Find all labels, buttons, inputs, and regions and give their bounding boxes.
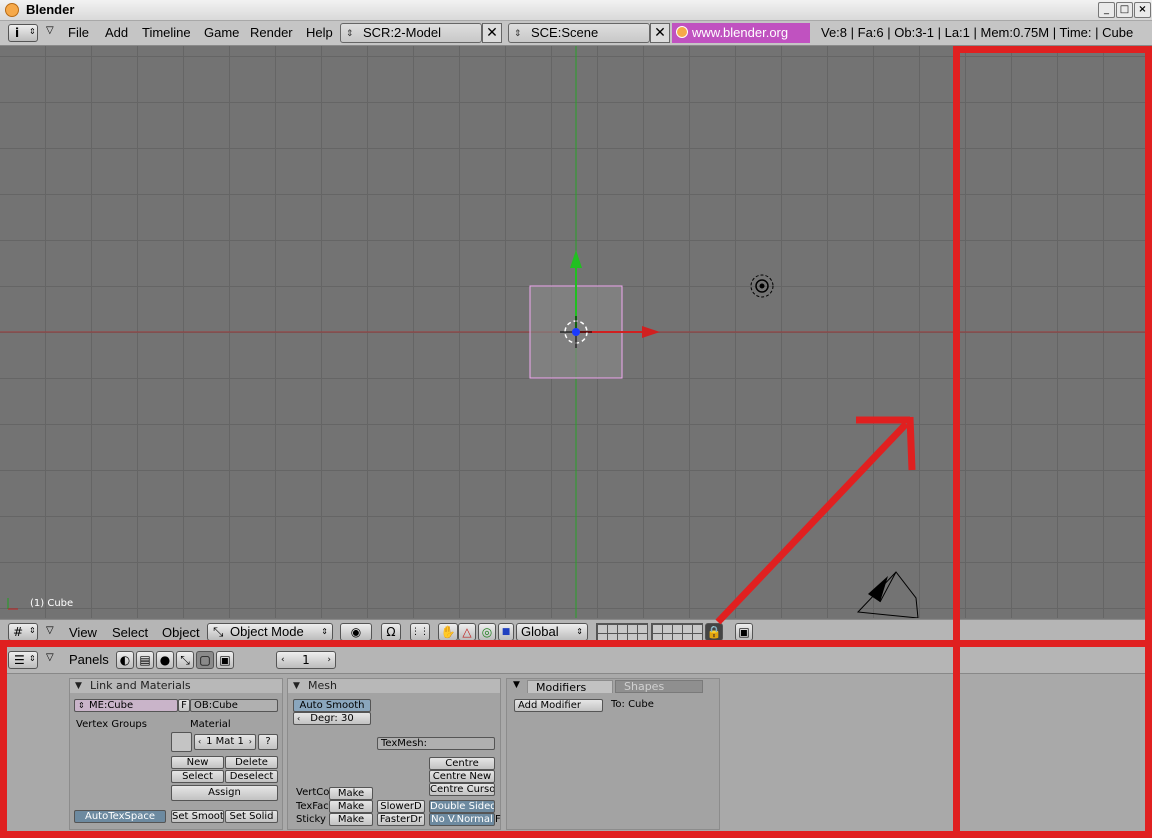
annotation-box-bottom xyxy=(0,640,1152,838)
manipulator-toggle[interactable]: ✋ xyxy=(438,623,458,641)
menu-game[interactable]: Game xyxy=(204,25,239,40)
blender-logo-icon xyxy=(5,3,19,17)
lock-layers-button[interactable]: 🔒 xyxy=(705,623,723,641)
menu-add[interactable]: Add xyxy=(105,25,128,40)
orientation-selector[interactable]: Global ⇕ xyxy=(516,623,588,641)
scene-selector[interactable]: ⇕ SCE:Scene xyxy=(508,23,650,43)
lamp-center xyxy=(759,283,765,289)
editor-type-button[interactable]: # ⇕ xyxy=(8,623,38,641)
maximize-button[interactable]: □ xyxy=(1116,2,1133,18)
chevron-updown-icon: ⇕ xyxy=(576,627,583,636)
y-manipulator-arrow xyxy=(570,250,582,268)
render-icon: ▣ xyxy=(738,625,750,639)
scene-stats: Ve:8 | Fa:6 | Ob:3-1 | La:1 | Mem:0.75M … xyxy=(821,25,1134,40)
minimize-button[interactable]: _ xyxy=(1098,2,1115,18)
menu-file[interactable]: File xyxy=(68,25,89,40)
window-titlebar: Blender _ □ × xyxy=(0,0,1152,21)
square-icon: ■ xyxy=(501,627,511,637)
chevron-updown-icon: ⇕ xyxy=(321,627,328,636)
menu-help[interactable]: Help xyxy=(306,25,333,40)
menu-timeline[interactable]: Timeline xyxy=(142,25,191,40)
pivot-icon: Ω xyxy=(386,625,396,639)
triangle-icon: △ xyxy=(462,625,472,639)
pivot-button[interactable]: Ω xyxy=(381,623,401,641)
camera-object xyxy=(856,571,919,618)
object-info-label: (1) Cube xyxy=(30,598,74,609)
hand-icon: ✋ xyxy=(440,625,456,639)
scale-manipulator-button[interactable]: ■ xyxy=(498,623,514,641)
delete-scene-button[interactable]: ✕ xyxy=(650,23,670,43)
ring-icon: ◎ xyxy=(481,625,493,639)
screen-name: SCR:2-Model xyxy=(363,25,442,40)
screen-selector[interactable]: ⇕ SCR:2-Model xyxy=(340,23,482,43)
mode-selector[interactable]: ⤡ Object Mode ⇕ xyxy=(207,623,333,641)
scene-name: SCE:Scene xyxy=(531,25,599,40)
object-mode-icon: ⤡ xyxy=(213,624,224,639)
info-header: i ⇕ ▽ File Add Timeline Game Render Help… xyxy=(0,21,1152,60)
grid-icon: ⋮⋮ xyxy=(411,627,429,637)
close-window-button[interactable]: × xyxy=(1134,2,1151,18)
info-icon: i xyxy=(15,26,20,40)
orientation-label: Global xyxy=(521,624,559,639)
menu-view[interactable]: View xyxy=(69,625,97,640)
menu-object[interactable]: Object xyxy=(162,625,200,640)
chevron-updown-icon: ⇕ xyxy=(514,28,522,38)
menu-select[interactable]: Select xyxy=(112,625,148,640)
render-preview-button[interactable]: ▣ xyxy=(735,623,753,641)
menu-render[interactable]: Render xyxy=(250,25,293,40)
chevron-updown-icon: ⇕ xyxy=(346,28,354,38)
chevron-updown-icon: ⇕ xyxy=(29,27,36,36)
window-title: Blender xyxy=(26,2,75,17)
chevron-updown-icon: ⇕ xyxy=(29,626,36,635)
delete-screen-button[interactable]: ✕ xyxy=(482,23,502,43)
mode-label: Object Mode xyxy=(230,624,304,639)
draw-type-button[interactable]: ◉ xyxy=(340,623,372,641)
layer-toggle-button[interactable]: ⋮⋮ xyxy=(410,623,430,641)
view3d-icon: # xyxy=(13,625,24,639)
x-manipulator-arrow xyxy=(642,326,660,338)
z-manipulator xyxy=(572,328,580,336)
rotate-manipulator-button[interactable]: ◎ xyxy=(478,623,496,641)
collapse-menu-icon[interactable]: ▽ xyxy=(46,25,54,36)
blender-logo-icon xyxy=(676,26,688,38)
translate-manipulator-button[interactable]: △ xyxy=(458,623,476,641)
collapse-menu-icon[interactable]: ▽ xyxy=(46,625,54,636)
lock-icon: 🔒 xyxy=(706,625,722,639)
shading-icon: ◉ xyxy=(350,625,362,639)
version-link[interactable]: www.blender.org 241 xyxy=(672,23,810,60)
editor-type-button[interactable]: i ⇕ xyxy=(8,24,38,42)
